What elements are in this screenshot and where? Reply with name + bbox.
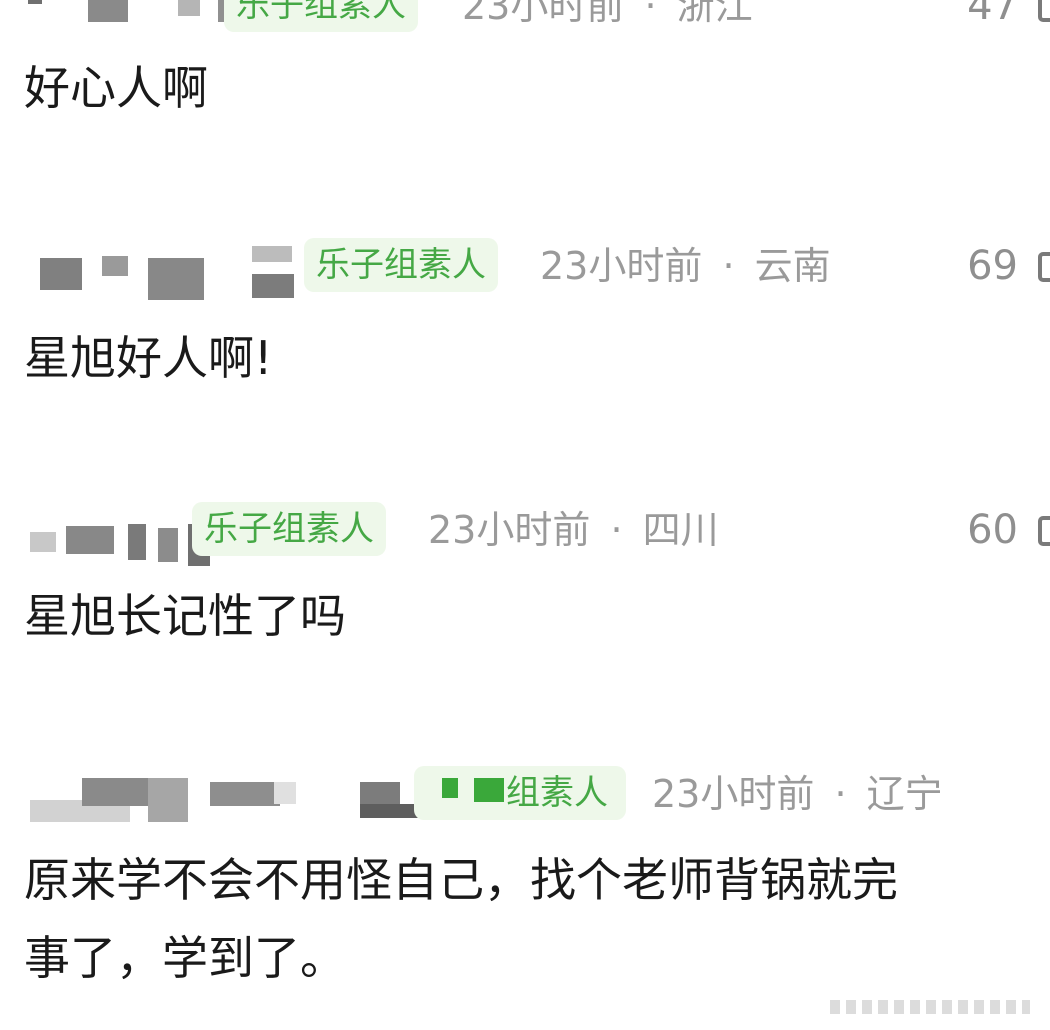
separator-dot: · — [644, 0, 657, 28]
thumbs-up-icon[interactable] — [1038, 0, 1050, 22]
thumbs-up-icon[interactable] — [1038, 516, 1050, 546]
comment-time-location: 23小时前 · 辽宁 — [652, 766, 943, 822]
badge-text: 组素人 — [506, 773, 608, 813]
like-number: 60 — [967, 507, 1018, 553]
comment-time: 23小时前 — [428, 508, 591, 552]
comment-meta: 乐子组素人 23小时前 · 云南 69 — [0, 238, 1050, 300]
watermark — [830, 1000, 1030, 1014]
comment-location: 浙江 — [676, 0, 753, 28]
username-redacted[interactable] — [28, 0, 256, 34]
username-redacted[interactable] — [40, 246, 300, 300]
comment-time-location: 23小时前 · 云南 — [540, 238, 831, 294]
comment-time-location: 23小时前 · 浙江 — [462, 0, 753, 34]
separator-dot: · — [834, 772, 847, 816]
comment-time: 23小时前 — [462, 0, 625, 28]
username-redacted[interactable] — [30, 510, 210, 566]
comment-meta: 乐子组素人 23小时前 · 浙江 47 — [0, 0, 1050, 34]
thumbs-up-icon[interactable] — [1038, 252, 1050, 282]
comment-text-line-1: 原来学不会不用怪自己，找个老师背锅就完 — [24, 853, 898, 907]
separator-dot: · — [610, 508, 623, 552]
user-badge: 乐子组素人 — [304, 238, 498, 292]
comment-meta: 乐子组素人 23小时前 · 四川 60 — [0, 502, 1050, 566]
separator-dot: · — [722, 244, 735, 288]
comment-text: 好心人啊 — [24, 61, 208, 115]
like-count[interactable]: 47 — [967, 0, 1018, 34]
comment-text: 星旭长记性了吗 — [24, 589, 346, 643]
like-count[interactable]: 60 — [967, 502, 1018, 558]
badge-redaction — [442, 778, 458, 798]
username-redacted[interactable] — [30, 774, 456, 822]
like-number: 47 — [967, 0, 1018, 29]
comment-time-location: 23小时前 · 四川 — [428, 502, 719, 558]
user-badge: 组素人 — [414, 766, 626, 820]
badge-redaction — [474, 778, 504, 802]
comment-time: 23小时前 — [540, 244, 703, 288]
comment-time: 23小时前 — [652, 772, 815, 816]
comment-location: 辽宁 — [866, 772, 943, 816]
comment-location: 云南 — [754, 244, 831, 288]
comment-meta: 组素人 23小时前 · 辽宁 — [0, 766, 1050, 822]
user-badge: 乐子组素人 — [192, 502, 386, 556]
like-number: 69 — [967, 243, 1018, 289]
user-badge: 乐子组素人 — [224, 0, 418, 32]
comment-text-line-2: 事了，学到了。 — [24, 931, 346, 985]
comment-location: 四川 — [642, 508, 719, 552]
comment-text: 星旭好人啊! — [24, 331, 273, 385]
like-count[interactable]: 69 — [967, 238, 1018, 294]
